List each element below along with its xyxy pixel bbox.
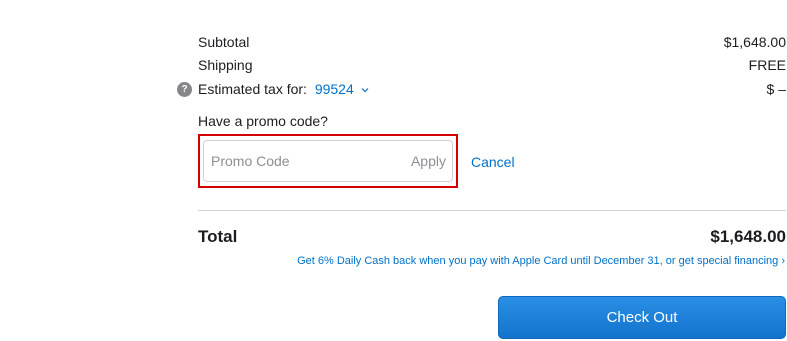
shipping-label: Shipping [198, 57, 253, 73]
subtotal-value: $1,648.00 [723, 34, 786, 50]
total-row: Total $1,648.00 [198, 226, 786, 248]
estimated-tax-label: Estimated tax for: [198, 81, 307, 97]
zip-code-value: 99524 [314, 81, 354, 97]
estimated-tax-value: $ – [766, 81, 786, 97]
total-divider [198, 210, 786, 211]
zip-code-link[interactable]: 99524 [315, 81, 369, 97]
estimated-tax-row: Estimated tax for: 99524 $ – [198, 80, 786, 98]
subtotal-row: Subtotal $1,648.00 [198, 33, 786, 51]
question-mark-icon[interactable]: ? [177, 82, 192, 97]
promo-code-question: Have a promo code? [198, 113, 328, 129]
cancel-link[interactable]: Cancel [471, 153, 515, 171]
total-value: $1,648.00 [710, 227, 786, 246]
promo-code-input[interactable] [211, 153, 381, 169]
apple-card-cash-back-link[interactable]: Get 6% Daily Cash back when you pay with… [297, 254, 785, 268]
promo-code-field: Apply [203, 140, 453, 182]
shipping-row: Shipping FREE [198, 56, 786, 74]
total-label: Total [198, 227, 238, 246]
estimated-tax-label-group: Estimated tax for: 99524 [198, 80, 369, 98]
shipping-value: FREE [748, 57, 786, 73]
subtotal-label: Subtotal [198, 34, 250, 50]
apply-button[interactable]: Apply [411, 153, 446, 169]
check-out-button[interactable]: Check Out [498, 296, 786, 339]
chevron-down-icon [361, 88, 369, 93]
